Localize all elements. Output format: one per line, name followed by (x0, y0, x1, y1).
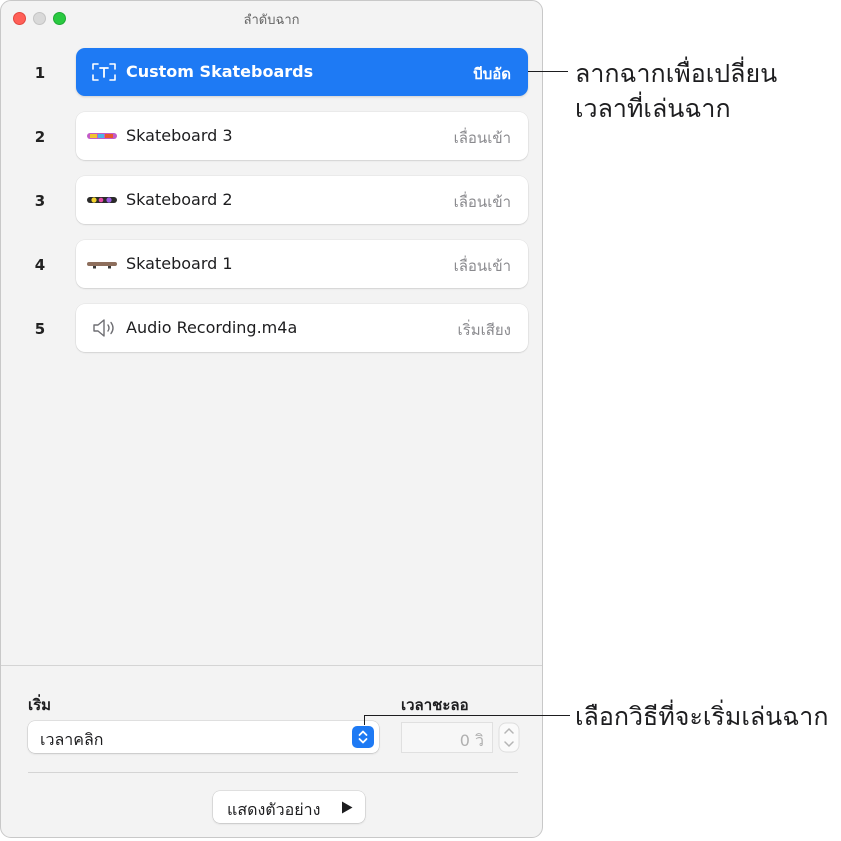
build-effect: เลื่อนเข้า (453, 257, 511, 275)
callout-line (528, 71, 568, 72)
panel-divider (28, 772, 518, 773)
build-row-audio-recording[interactable]: Audio Recording.m4a เริ่มเสียง (76, 304, 528, 352)
build-name: Skateboard 2 (126, 190, 233, 209)
build-order-window: ลำดับฉาก 1 Custom Skateboards บีบอัด 2 S… (0, 0, 543, 838)
build-row-skateboard-1[interactable]: Skateboard 1 เลื่อนเข้า (76, 240, 528, 288)
delay-stepper[interactable] (498, 722, 520, 753)
text-box-icon (92, 63, 116, 81)
build-row-skateboard-2[interactable]: Skateboard 2 เลื่อนเข้า (76, 176, 528, 224)
build-number: 4 (34, 256, 46, 274)
start-label: เริ่ม (28, 696, 52, 714)
window-title: ลำดับฉาก (243, 13, 300, 28)
build-effect: เลื่อนเข้า (453, 193, 511, 211)
play-icon (342, 801, 353, 814)
start-popup-menu[interactable]: เวลาคลิก (28, 721, 379, 753)
build-name: Skateboard 1 (126, 254, 233, 273)
build-effect: เลื่อนเข้า (453, 129, 511, 147)
build-effect: เริ่มเสียง (457, 321, 511, 339)
callout-reorder-line-2: เวลาที่เล่นฉาก (575, 94, 731, 123)
panel-divider (1, 665, 542, 666)
build-number: 3 (34, 192, 46, 210)
title-bar: ลำดับฉาก (1, 1, 542, 34)
skateboard-2-thumbnail (87, 197, 117, 203)
build-row-custom-skateboards[interactable]: Custom Skateboards บีบอัด (76, 48, 528, 96)
build-row-skateboard-3[interactable]: Skateboard 3 เลื่อนเข้า (76, 112, 528, 160)
preview-button[interactable]: แสดงตัวอย่าง (213, 791, 365, 823)
skateboard-3-thumbnail (87, 133, 117, 139)
build-name: Custom Skateboards (126, 62, 314, 81)
callout-line-tick (364, 715, 365, 725)
speaker-icon (93, 319, 114, 337)
delay-field[interactable]: 0 วิ (401, 722, 493, 753)
start-value: เวลาคลิก (40, 730, 104, 749)
callout-reorder-line-1: ลากฉากเพื่อเปลี่ยน (575, 59, 778, 88)
skateboard-1-thumbnail (87, 262, 117, 269)
build-name: Skateboard 3 (126, 126, 233, 145)
build-name: Audio Recording.m4a (126, 318, 298, 337)
delay-value: 0 วิ (459, 731, 484, 750)
build-number: 1 (34, 64, 46, 82)
popup-arrows-icon (352, 726, 374, 748)
preview-label: แสดงตัวอย่าง (227, 800, 321, 819)
delay-label: เวลาชะลอ (401, 696, 469, 714)
build-number: 5 (34, 320, 46, 338)
callout-line (364, 715, 570, 716)
build-number: 2 (34, 128, 46, 146)
build-effect: บีบอัด (473, 65, 511, 83)
callout-start-method: เลือกวิธีที่จะเริ่มเล่นฉาก (575, 702, 829, 731)
